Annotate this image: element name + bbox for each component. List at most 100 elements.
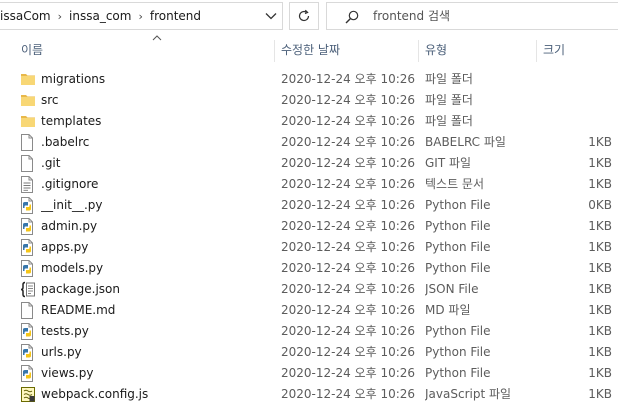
file-modified-date: 2020-12-24 오후 10:26 — [281, 387, 416, 401]
blank-file-icon — [20, 302, 36, 319]
file-modified-date: 2020-12-24 오후 10:26 — [281, 156, 416, 170]
breadcrumb-item[interactable]: frontend — [149, 9, 202, 23]
refresh-icon — [297, 9, 311, 23]
file-type: Python File — [425, 345, 491, 359]
file-row[interactable]: webpack.config.js 2020-12-24 오후 10:26 Ja… — [0, 384, 618, 405]
file-size: 1KB — [588, 303, 612, 317]
blank-file-icon — [20, 155, 36, 172]
file-name: __init__.py — [41, 198, 103, 212]
file-row[interactable]: templates 2020-12-24 오후 10:26 파일 폴더 — [0, 111, 618, 132]
file-name: .babelrc — [41, 135, 90, 149]
breadcrumb[interactable]: issaCom › inssa_com › frontend — [0, 2, 283, 30]
search-box[interactable] — [326, 2, 618, 30]
file-name: apps.py — [41, 240, 89, 254]
file-size: 1KB — [588, 282, 612, 296]
file-name: urls.py — [41, 345, 82, 359]
file-type: 파일 폴더 — [425, 72, 473, 86]
column-header-row: 이름 수정한 날짜 유형 크기 — [0, 34, 618, 64]
folder-icon — [20, 113, 36, 130]
column-header-date[interactable]: 수정한 날짜 — [274, 34, 418, 64]
chevron-right-icon[interactable]: › — [52, 10, 68, 23]
file-size: 0KB — [588, 198, 612, 212]
file-name: src — [41, 93, 59, 107]
file-name: templates — [41, 114, 102, 128]
file-type: BABELRC 파일 — [425, 135, 506, 149]
javascript-file-icon — [20, 386, 36, 403]
sort-ascending-icon — [152, 35, 162, 43]
python-file-icon — [20, 218, 36, 235]
file-row[interactable]: package.json 2020-12-24 오후 10:26 JSON Fi… — [0, 279, 618, 300]
file-modified-date: 2020-12-24 오후 10:26 — [281, 114, 416, 128]
breadcrumb-item[interactable]: issaCom — [0, 9, 52, 23]
file-name: tests.py — [41, 324, 89, 338]
file-name: models.py — [41, 261, 104, 275]
file-row[interactable]: .git 2020-12-24 오후 10:26 GIT 파일 1KB — [0, 153, 618, 174]
python-file-icon — [20, 323, 36, 340]
file-name: .gitignore — [41, 177, 99, 191]
file-size: 1KB — [588, 156, 612, 170]
file-modified-date: 2020-12-24 오후 10:26 — [281, 345, 416, 359]
file-modified-date: 2020-12-24 오후 10:26 — [281, 282, 416, 296]
file-name: webpack.config.js — [41, 387, 149, 401]
breadcrumb-item[interactable]: inssa_com — [68, 9, 132, 23]
column-header-name[interactable]: 이름 — [14, 34, 274, 64]
column-header-size[interactable]: 크기 — [536, 34, 618, 64]
file-row[interactable]: .gitignore 2020-12-24 오후 10:26 텍스트 문서 1K… — [0, 174, 618, 195]
python-file-icon — [20, 260, 36, 277]
file-size: 1KB — [588, 219, 612, 233]
file-type: Python File — [425, 324, 491, 338]
file-row[interactable]: tests.py 2020-12-24 오후 10:26 Python File… — [0, 321, 618, 342]
file-row[interactable]: src 2020-12-24 오후 10:26 파일 폴더 — [0, 90, 618, 111]
file-row[interactable]: migrations 2020-12-24 오후 10:26 파일 폴더 — [0, 69, 618, 90]
file-type: 파일 폴더 — [425, 93, 473, 107]
column-header-label: 이름 — [21, 43, 44, 57]
column-header-type[interactable]: 유형 — [418, 34, 536, 64]
file-size: 1KB — [588, 240, 612, 254]
search-icon — [344, 9, 360, 25]
file-modified-date: 2020-12-24 오후 10:26 — [281, 177, 416, 191]
file-type: 파일 폴더 — [425, 114, 473, 128]
file-type: Python File — [425, 366, 491, 380]
file-type: Python File — [425, 240, 491, 254]
column-header-label: 유형 — [425, 43, 448, 57]
file-modified-date: 2020-12-24 오후 10:26 — [281, 72, 416, 86]
file-list: migrations 2020-12-24 오후 10:26 파일 폴더 src… — [0, 69, 618, 405]
folder-icon — [20, 92, 36, 109]
file-name: migrations — [41, 72, 106, 86]
file-row[interactable]: .babelrc 2020-12-24 오후 10:26 BABELRC 파일 … — [0, 132, 618, 153]
file-size: 1KB — [588, 135, 612, 149]
file-modified-date: 2020-12-24 오후 10:26 — [281, 324, 416, 338]
file-size: 1KB — [588, 387, 612, 401]
file-modified-date: 2020-12-24 오후 10:26 — [281, 219, 416, 233]
chevron-right-icon[interactable]: › — [132, 10, 148, 23]
file-name: .git — [41, 156, 61, 170]
file-size — [540, 111, 612, 132]
search-input[interactable] — [373, 7, 603, 25]
file-size: 1KB — [588, 345, 612, 359]
file-row[interactable]: apps.py 2020-12-24 오후 10:26 Python File … — [0, 237, 618, 258]
file-size: 1KB — [588, 324, 612, 338]
column-header-label: 크기 — [543, 43, 566, 57]
file-type: Python File — [425, 219, 491, 233]
python-file-icon — [20, 239, 36, 256]
file-size: 1KB — [588, 177, 612, 191]
file-size — [540, 90, 612, 111]
file-size — [540, 69, 612, 90]
file-row[interactable]: __init__.py 2020-12-24 오후 10:26 Python F… — [0, 195, 618, 216]
file-modified-date: 2020-12-24 오후 10:26 — [281, 303, 416, 317]
file-row[interactable]: README.md 2020-12-24 오후 10:26 MD 파일 1KB — [0, 300, 618, 321]
refresh-button[interactable] — [289, 2, 319, 30]
file-type: MD 파일 — [425, 303, 471, 317]
file-name: views.py — [41, 366, 94, 380]
folder-icon — [20, 71, 36, 88]
text-file-icon — [20, 176, 36, 193]
file-modified-date: 2020-12-24 오후 10:26 — [281, 240, 416, 254]
chevron-down-icon[interactable] — [264, 9, 278, 23]
file-size: 1KB — [588, 366, 612, 380]
json-file-icon — [20, 281, 36, 298]
file-row[interactable]: views.py 2020-12-24 오후 10:26 Python File… — [0, 363, 618, 384]
file-row[interactable]: urls.py 2020-12-24 오후 10:26 Python File … — [0, 342, 618, 363]
file-type: JavaScript 파일 — [425, 387, 512, 401]
file-row[interactable]: admin.py 2020-12-24 오후 10:26 Python File… — [0, 216, 618, 237]
file-row[interactable]: models.py 2020-12-24 오후 10:26 Python Fil… — [0, 258, 618, 279]
